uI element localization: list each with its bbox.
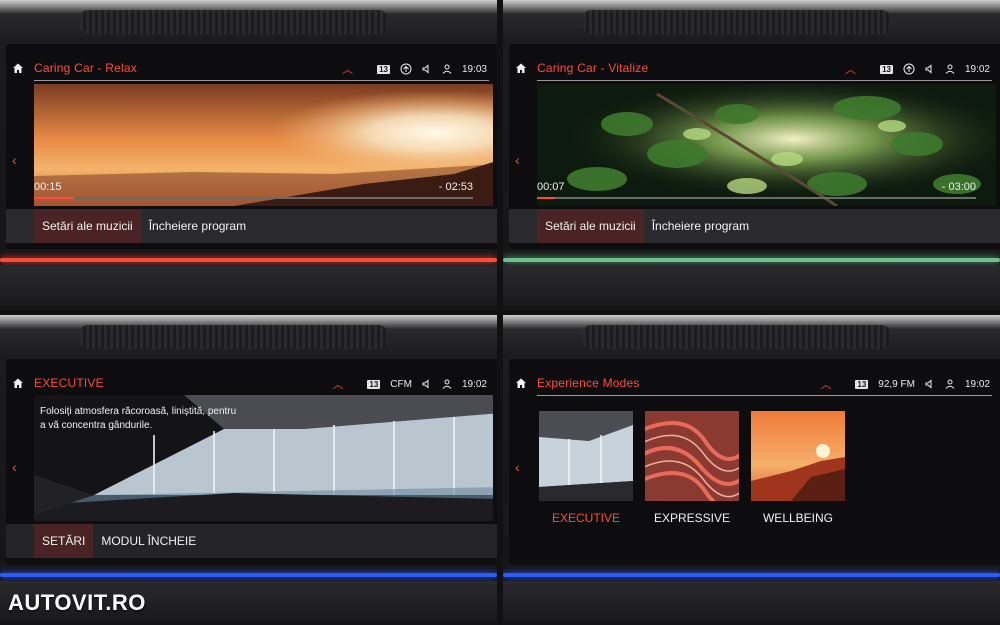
settings-button[interactable]: SETĂRI	[34, 524, 94, 558]
status-bar: Caring Car - Vitalize ︿ 13 19:02	[509, 58, 1000, 81]
chevron-left-icon[interactable]: ‹	[12, 459, 17, 475]
chevron-up-icon[interactable]: ︿	[845, 61, 856, 77]
progress-fill	[537, 197, 555, 199]
infotainment-screen: Caring Car - Relax ︿ 13 19:03 ‹ 00:15 - …	[6, 44, 497, 249]
notification-badge[interactable]: 13	[880, 64, 893, 74]
status-bar: Caring Car - Relax ︿ 13 19:03	[6, 58, 497, 81]
expressive-thumbnail	[645, 411, 739, 501]
home-icon[interactable]	[515, 62, 527, 74]
mode-tile-executive[interactable]: EXECUTIVE	[539, 411, 633, 525]
user-profile-icon[interactable]	[945, 64, 955, 74]
watermark-logo: AUTOVIT.RO	[8, 590, 146, 615]
end-program-button[interactable]: Încheiere program	[644, 209, 757, 243]
action-bar: Setări ale muzicii Încheiere program	[509, 209, 1000, 243]
dashboard-trim	[503, 266, 1000, 306]
ambient-light-strip	[503, 573, 1000, 577]
mode-label: WELLBEING	[762, 511, 834, 525]
status-icons: ︿ 13 CFM 19:02	[332, 376, 487, 392]
dashboard-trim	[503, 581, 1000, 621]
infotainment-screen: EXECUTIVE ︿ 13 CFM 19:02 ‹ Folosiți atmo…	[6, 359, 497, 564]
sunset-image	[34, 84, 493, 206]
ambient-light-strip	[0, 258, 497, 262]
panel-experience-modes: Experience Modes ︿ 13 92,9 FM 19:02 ‹ EX…	[503, 315, 1000, 625]
home-icon[interactable]	[515, 377, 527, 389]
home-icon[interactable]	[12, 377, 24, 389]
page-title: Caring Car - Vitalize	[537, 61, 649, 75]
mode-label: EXECUTIVE	[551, 511, 620, 525]
forest-image	[537, 84, 996, 206]
notification-badge[interactable]: 13	[367, 379, 381, 389]
connectivity-icon	[903, 63, 915, 75]
speaker-icon[interactable]	[422, 379, 432, 389]
clock: 19:02	[964, 378, 990, 390]
radio-station[interactable]: CFM	[390, 379, 412, 390]
dashboard-vent	[80, 325, 387, 349]
user-profile-icon[interactable]	[442, 64, 452, 74]
dashboard-vent	[80, 10, 387, 34]
notification-badge[interactable]: 13	[377, 64, 390, 74]
status-icons: ︿ 13 19:02	[845, 61, 990, 77]
user-profile-icon[interactable]	[442, 379, 452, 389]
elapsed-time: 00:15	[34, 181, 62, 193]
executive-thumbnail	[539, 411, 633, 501]
chevron-up-icon[interactable]: ︿	[342, 61, 353, 77]
clock: 19:02	[461, 378, 487, 390]
mode-description: Folosiți atmosfera răcoroasă, liniștită,…	[40, 406, 237, 431]
music-settings-button[interactable]: Setări ale muzicii	[34, 209, 141, 243]
progress-fill	[34, 197, 74, 199]
speaker-icon[interactable]	[925, 64, 935, 74]
page-title: Experience Modes	[537, 376, 640, 390]
home-icon[interactable]	[12, 62, 24, 74]
dashboard-trim	[0, 266, 497, 306]
clock: 19:02	[964, 63, 990, 75]
status-icons: ︿ 13 92,9 FM 19:02	[820, 376, 990, 392]
chevron-left-icon[interactable]: ‹	[515, 459, 520, 475]
connectivity-icon	[400, 63, 412, 75]
title-underline	[537, 395, 992, 396]
mode-tile-expressive[interactable]: EXPRESSIVE	[645, 411, 739, 525]
page-title: Caring Car - Relax	[34, 61, 137, 75]
status-bar: Experience Modes ︿ 13 92,9 FM 19:02	[509, 373, 1000, 396]
title-underline	[34, 80, 489, 81]
mode-tile-wellbeing[interactable]: WELLBEING	[751, 411, 845, 525]
action-bar: Setări ale muzicii Încheiere program	[6, 209, 497, 243]
dashboard-vent	[583, 10, 890, 34]
remaining-time: - 03:00	[941, 181, 976, 193]
notification-badge[interactable]: 13	[855, 379, 869, 389]
wellbeing-thumbnail	[751, 411, 845, 501]
ambient-light-strip	[0, 573, 497, 577]
page-title: EXECUTIVE	[34, 376, 104, 390]
status-icons: ︿ 13 19:03	[342, 61, 487, 77]
progress-bar[interactable]	[537, 197, 976, 199]
end-program-button[interactable]: Încheiere program	[141, 209, 254, 243]
clock: 19:03	[461, 63, 487, 75]
status-bar: EXECUTIVE ︿ 13 CFM 19:02	[6, 373, 497, 396]
mode-tiles: EXECUTIVE EXPRESSIVE WELLBEING	[539, 411, 845, 525]
chevron-left-icon[interactable]: ‹	[515, 152, 520, 168]
radio-station[interactable]: 92,9 FM	[878, 379, 915, 390]
progress-bar[interactable]	[34, 197, 473, 199]
speaker-icon[interactable]	[925, 379, 935, 389]
speaker-icon[interactable]	[422, 64, 432, 74]
music-settings-button[interactable]: Setări ale muzicii	[537, 209, 644, 243]
chevron-up-icon[interactable]: ︿	[820, 376, 831, 392]
mode-label: EXPRESSIVE	[653, 511, 731, 525]
elapsed-time: 00:07	[537, 181, 565, 193]
action-bar: SETĂRI MODUL ÎNCHEIE	[6, 524, 497, 558]
end-mode-button[interactable]: MODUL ÎNCHEIE	[93, 524, 204, 558]
chevron-up-icon[interactable]: ︿	[332, 376, 343, 392]
panel-relax: Caring Car - Relax ︿ 13 19:03 ‹ 00:15 - …	[0, 0, 497, 310]
dashboard-vent	[583, 325, 890, 349]
remaining-time: - 02:53	[438, 181, 473, 193]
user-profile-icon[interactable]	[945, 379, 955, 389]
panel-executive: EXECUTIVE ︿ 13 CFM 19:02 ‹ Folosiți atmo…	[0, 315, 497, 625]
infotainment-screen: Experience Modes ︿ 13 92,9 FM 19:02 ‹ EX…	[509, 359, 1000, 564]
chevron-left-icon[interactable]: ‹	[12, 152, 17, 168]
infotainment-screen: Caring Car - Vitalize ︿ 13 19:02 ‹ 00:07…	[509, 44, 1000, 249]
title-underline	[537, 80, 992, 81]
ambient-light-strip	[503, 258, 1000, 262]
panel-vitalize: Caring Car - Vitalize ︿ 13 19:02 ‹ 00:07…	[503, 0, 1000, 310]
